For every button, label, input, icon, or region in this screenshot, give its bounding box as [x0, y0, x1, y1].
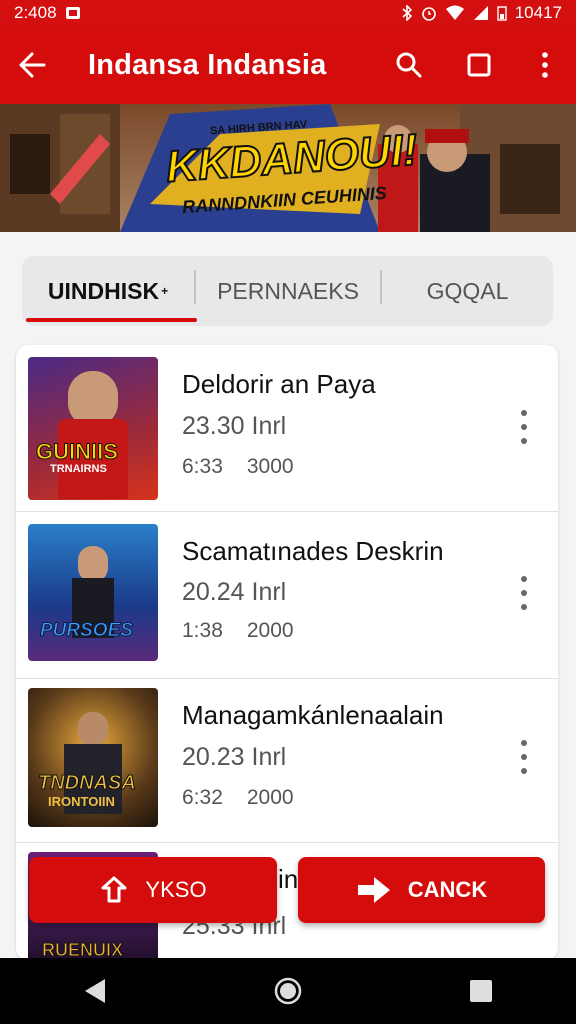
nav-home-icon[interactable] — [274, 977, 302, 1005]
back-button[interactable] — [0, 26, 64, 104]
notification-icon — [65, 7, 80, 19]
list-item[interactable]: PURSOES Scamatınades Deskrin 20.24 Inrl … — [16, 512, 558, 679]
window-button[interactable] — [444, 26, 514, 104]
nav-back-icon[interactable] — [83, 978, 107, 1004]
active-tab-indicator — [26, 318, 197, 322]
tab-pernnaeks[interactable]: PERNNAEKS — [196, 256, 380, 326]
status-bar: 2:408 10417 — [0, 0, 576, 26]
canck-button-label: CANCK — [407, 877, 488, 902]
arrow-right-icon — [357, 877, 390, 903]
tab-bar: UINDHISK + PERNNAEKS GQQAL — [22, 256, 553, 326]
overflow-menu-button[interactable] — [514, 26, 576, 104]
item-more-button[interactable] — [514, 576, 534, 610]
item-subtitle: 23.30 Inrl — [182, 412, 287, 440]
item-title: Scamatınades Deskrin — [182, 536, 444, 566]
app-bar: Indansa Indansia — [0, 26, 576, 104]
item-thumbnail: GUINIIS TRNAIRNS — [28, 357, 158, 500]
battery-icon — [497, 6, 507, 21]
item-title: Managamkánlenaalain — [182, 700, 444, 730]
list-item[interactable]: GUINIIS TRNAIRNS Deldorir an Paya 23.30 … — [16, 345, 558, 512]
search-button[interactable] — [374, 26, 444, 104]
item-subtitle: 20.23 Inrl — [182, 743, 287, 771]
status-time: 2:408 — [14, 3, 57, 22]
upload-icon — [101, 876, 127, 903]
tab-gqqal[interactable]: GQQAL — [382, 256, 553, 326]
status-battery-text: 10417 — [514, 3, 562, 22]
item-meta: 6:32 2000 — [182, 786, 294, 809]
wifi-icon — [445, 5, 464, 20]
square-icon — [467, 53, 491, 77]
canck-button[interactable]: CANCK — [298, 857, 545, 923]
tab-uindhisk[interactable]: UINDHISK + — [22, 256, 194, 326]
more-vert-icon — [542, 52, 548, 78]
arrow-left-icon — [19, 52, 46, 78]
app-title: Indansa Indansia — [88, 48, 327, 81]
item-meta: 1:38 2000 — [182, 619, 294, 642]
item-title: Deldorir an Paya — [182, 369, 376, 399]
item-thumbnail: PURSOES — [28, 524, 158, 661]
ykso-button[interactable]: YKSO — [29, 857, 277, 923]
item-meta: 6:33 3000 — [182, 455, 294, 478]
item-more-button[interactable] — [514, 410, 534, 444]
list-item[interactable]: TNDNASA IRONTOIIN Managamkánlenaalain 20… — [16, 676, 558, 843]
system-nav-bar — [0, 958, 576, 1024]
bluetooth-icon — [402, 5, 412, 21]
item-more-button[interactable] — [514, 740, 534, 774]
alarm-icon — [421, 7, 436, 21]
promo-banner[interactable]: SA HIRH BRN HAV KKDANOUI! RANNDNKIIN CEU… — [0, 104, 576, 232]
search-icon — [396, 52, 422, 78]
signal-icon — [473, 6, 488, 20]
item-thumbnail: TNDNASA IRONTOIIN — [28, 688, 158, 827]
nav-recents-icon[interactable] — [469, 979, 493, 1003]
ykso-button-label: YKSO — [145, 877, 207, 902]
item-subtitle: 20.24 Inrl — [182, 578, 287, 606]
